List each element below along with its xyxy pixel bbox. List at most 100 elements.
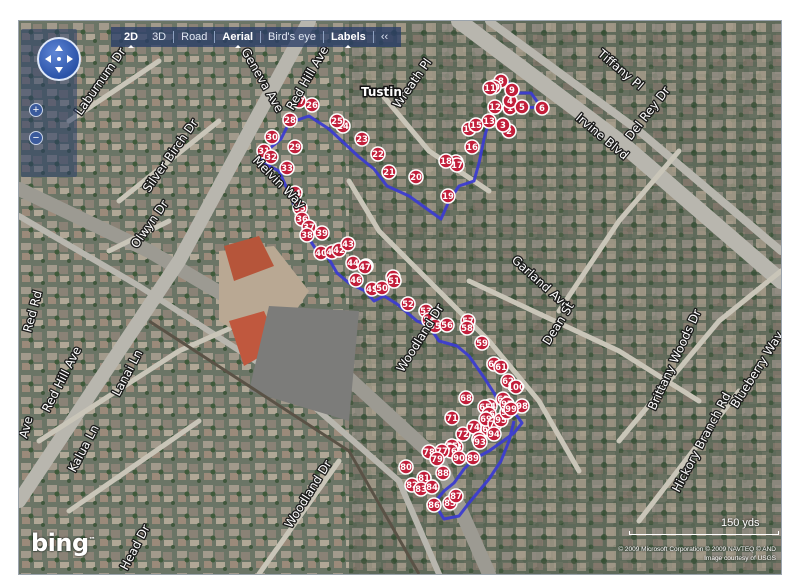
route-marker[interactable]: 21 [381,164,397,180]
zoom-in-button[interactable]: + [29,103,43,117]
route-marker-label: 68 [460,394,472,404]
route-marker[interactable]: 13 [481,113,497,129]
route-marker[interactable]: 12 [487,99,503,115]
route-marker-label: 47 [359,263,371,273]
route-marker-label: 29 [289,143,301,153]
route-marker-label: 52 [402,300,414,310]
zoom-out-button[interactable]: − [29,131,43,145]
route-marker[interactable]: 26 [304,97,320,113]
copyright-notice: © 2009 Microsoft Corporation © 2009 NAVT… [564,545,776,563]
route-marker-label: 87 [450,492,462,502]
route-marker[interactable]: 68 [458,390,474,406]
route-marker[interactable]: 22 [370,146,386,162]
pan-control[interactable] [37,37,81,81]
route-marker-label: 93 [474,438,486,448]
route-marker-label: 26 [306,101,318,111]
map-style-toolbar: 2D 3D Road Aerial Bird's eye Labels ‹‹ [111,27,402,48]
route-marker[interactable]: 25 [329,113,345,129]
route-marker-label: 86 [428,501,440,511]
route-marker-label: 99 [505,405,517,415]
route-marker[interactable]: 89 [465,450,481,466]
route-marker-label: 88 [437,469,449,479]
route-marker[interactable]: 52 [400,296,416,312]
toolbar-collapse[interactable]: ‹‹ [374,31,395,43]
route-marker-label: 21 [383,168,395,178]
route-marker-label: 84 [426,483,438,493]
route-marker[interactable]: 11 [482,80,498,96]
route-marker-label: 22 [372,150,384,160]
route-marker[interactable]: 46 [348,272,364,288]
route-marker-label: 25 [331,117,343,127]
route-marker-label: 12 [489,103,501,113]
route-marker[interactable]: 6 [534,100,550,116]
route-marker[interactable]: 86 [426,497,442,513]
route-marker[interactable]: 16 [464,139,480,155]
aerial-map[interactable]: 1234567891011121314151617181920212223242… [19,21,781,574]
route-marker[interactable]: 23 [354,131,370,147]
route-marker[interactable]: 38 [299,227,315,243]
route-marker-label: 39 [316,229,328,239]
route-marker-label: 23 [356,135,368,145]
route-marker-label: 9 [509,86,515,96]
route-marker[interactable]: 59 [474,335,490,351]
route-marker[interactable]: 43 [340,236,356,252]
route-marker[interactable]: 20 [408,169,424,185]
route-marker[interactable]: 18 [438,153,454,169]
route-marker[interactable]: 61 [493,359,509,375]
route-marker[interactable]: 88 [435,465,451,481]
toolbar-3d[interactable]: 3D [145,31,173,43]
route-marker-label: 20 [410,173,422,183]
route-marker-label: 28 [284,116,296,126]
town-label-tustin: Tustin [361,85,402,99]
toolbar-road[interactable]: Road [174,31,214,43]
route-marker-label: 13 [483,117,495,127]
route-marker-label: 50 [376,284,388,294]
route-marker-label: 90 [453,454,465,464]
toolbar-2d[interactable]: 2D [117,31,145,48]
trademark-icon: ™ [88,536,96,544]
toolbar-labels[interactable]: Labels [324,31,373,48]
route-marker-label: 94 [488,430,500,440]
toolbar-birds-eye[interactable]: Bird's eye [261,31,323,43]
route-marker[interactable]: 9 [504,82,520,98]
route-marker-label: 89 [467,454,479,464]
route-marker[interactable]: 19 [440,188,456,204]
route-marker[interactable]: 3 [495,117,511,133]
route-marker-label: 100 [507,383,525,393]
route-marker[interactable]: 79 [429,451,445,467]
route-marker[interactable]: 84 [424,479,440,495]
route-marker[interactable]: 71 [444,410,460,426]
route-marker[interactable]: 56 [439,317,455,333]
route-marker-label: 19 [442,192,454,202]
route-marker[interactable]: 93 [472,434,488,450]
route-marker[interactable]: 29 [287,139,303,155]
route-marker-label: 58 [461,324,473,334]
route-marker[interactable]: 30 [264,129,280,145]
route-marker-label: 16 [466,143,478,153]
route-marker[interactable]: 33 [279,160,295,176]
route-marker-label: 44 [347,259,359,269]
route-marker[interactable]: 47 [357,259,373,275]
route-marker[interactable]: 39 [314,225,330,241]
route-marker[interactable]: 5 [514,99,530,115]
route-marker-label: 6 [539,104,545,114]
pan-arrows-icon [45,45,73,73]
route-marker-label: 56 [441,321,453,331]
route-marker[interactable]: 100 [507,379,525,395]
route-marker[interactable]: 51 [386,273,402,289]
route-marker[interactable]: 90 [451,450,467,466]
scale-bar [629,531,779,535]
route-marker[interactable]: 99 [503,401,519,417]
route-marker[interactable]: 28 [282,112,298,128]
route-marker-label: 61 [495,363,507,373]
map-viewport[interactable]: 1234567891011121314151617181920212223242… [18,20,782,575]
route-marker[interactable]: 94 [486,426,502,442]
route-marker[interactable]: 87 [448,488,464,504]
route-marker-label: 79 [431,455,443,465]
route-marker[interactable]: 80 [398,459,414,475]
toolbar-aerial[interactable]: Aerial [215,31,260,48]
route-marker[interactable]: 58 [459,320,475,336]
scale-label: 150 yds [721,517,760,529]
route-marker-label: 51 [388,277,400,287]
route-marker[interactable]: 15 [468,117,484,133]
